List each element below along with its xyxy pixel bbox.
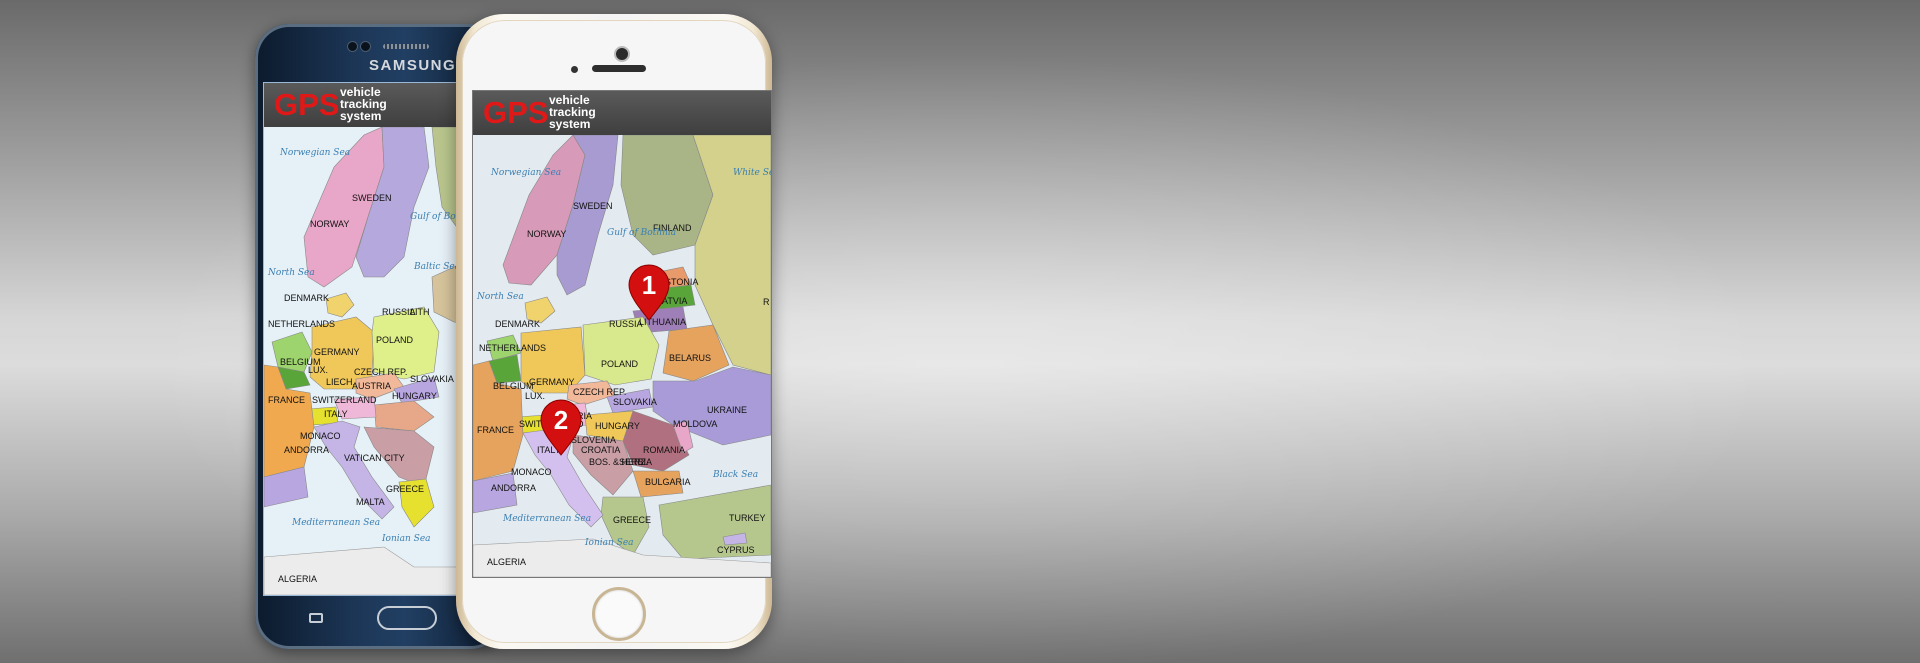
iphone-screen: GPS vehicle tracking system SWEDEN NORWA…	[472, 90, 772, 578]
country-label: GREECE	[613, 515, 651, 525]
earpiece-speaker	[383, 44, 429, 49]
country-label: ROMANIA	[643, 445, 685, 455]
gps-logo: GPS	[274, 87, 340, 122]
country-label: LUX.	[308, 365, 328, 375]
country-label: ITALY	[324, 409, 348, 419]
country-label: CYPRUS	[717, 545, 755, 555]
country-label: MOLDOVA	[673, 419, 717, 429]
country-label: DENMARK	[284, 293, 329, 303]
country-label: BELGIUM	[493, 381, 534, 391]
phone-brand-label: SAMSUNG	[369, 57, 457, 74]
country-label: POLAND	[601, 359, 639, 369]
country-label: LUX.	[525, 391, 545, 401]
iphone-face: GPS vehicle tracking system SWEDEN NORWA…	[462, 20, 772, 643]
country-label: SLOVENIA	[571, 435, 616, 445]
country-label: SLOVAKIA	[410, 374, 454, 384]
country-label: FRANCE	[268, 395, 305, 405]
home-button[interactable]	[377, 606, 437, 630]
europe-map[interactable]: SWEDEN NORWAY FINLAND DENMARK ESTONIA LA…	[473, 135, 771, 577]
sensor-icon	[571, 66, 578, 73]
front-camera-icon	[614, 46, 630, 62]
sea-label: Gulf of Bothnia	[607, 228, 676, 238]
sea-label: North Sea	[476, 292, 524, 302]
country-label: GREECE	[386, 484, 424, 494]
country-label: LITHUANIA	[639, 317, 686, 327]
sea-label: Norwegian Sea	[279, 148, 350, 158]
sea-label: Baltic Sea	[413, 262, 460, 272]
sea-label: Mediterranean Sea	[291, 518, 380, 528]
country-label: VATICAN CITY	[344, 453, 405, 463]
country-label: NETHERLANDS	[268, 319, 335, 329]
country-label: CZECH REP.	[573, 387, 626, 397]
sea-label: Ionian Sea	[584, 538, 634, 548]
country-label: RUSSIA	[609, 319, 643, 329]
country-label: SWEDEN	[573, 201, 613, 211]
marker-number: 2	[554, 405, 568, 435]
country-label: DENMARK	[495, 319, 540, 329]
sea-label: Norwegian Sea	[490, 168, 561, 178]
sea-label: North Sea	[267, 268, 315, 278]
sea-label: Ionian Sea	[381, 534, 431, 544]
country-label: SWEDEN	[352, 193, 392, 203]
country-label: UKRAINE	[707, 405, 747, 415]
country-label: MONACO	[300, 431, 341, 441]
country-label: BELARUS	[669, 353, 711, 363]
country-label: CZECH REP.	[354, 367, 407, 377]
country-label: NETHERLANDS	[479, 343, 546, 353]
sea-label: Mediterranean Sea	[502, 514, 591, 524]
country-label: GERMANY	[529, 377, 575, 387]
country-label: ANDORRA	[284, 445, 329, 455]
country-label: HUNGARY	[595, 421, 640, 431]
country-label: R	[763, 297, 770, 307]
europe-map-svg[interactable]: SWEDEN NORWAY FINLAND DENMARK ESTONIA LA…	[473, 135, 771, 577]
country-label: NORWAY	[310, 219, 349, 229]
app-header: GPS vehicle tracking system	[473, 91, 771, 135]
app-tagline: vehicle tracking system	[340, 86, 387, 122]
tagline-line: system	[549, 117, 591, 131]
marker-number: 1	[642, 270, 656, 300]
country-label: LIECH.	[326, 377, 355, 387]
country-label: POLAND	[376, 335, 414, 345]
country-label: GERMANY	[314, 347, 360, 357]
recent-apps-button[interactable]	[309, 613, 323, 623]
country-label: HUNGARY	[392, 391, 437, 401]
sea-label: Black Sea	[712, 470, 758, 480]
country-label: CROATIA	[581, 445, 620, 455]
country-label: BULGARIA	[645, 477, 691, 487]
country-label: SLOVAKIA	[613, 397, 657, 407]
country-label: ANDORRA	[491, 483, 536, 493]
country-label: SERBIA	[619, 457, 652, 467]
country-label: ALGERIA	[278, 574, 317, 584]
country-label: NORWAY	[527, 229, 566, 239]
earpiece-speaker	[592, 65, 646, 72]
tagline-line: system	[340, 109, 382, 123]
country-label: SWITZERLAND	[312, 395, 377, 405]
sea-label: White Sea	[733, 168, 771, 178]
country-label: TURKEY	[729, 513, 766, 523]
gps-logo: GPS	[483, 95, 549, 130]
country-label: LITH	[410, 307, 430, 317]
country-label: MONACO	[511, 467, 552, 477]
app-tagline: vehicle tracking system	[549, 94, 596, 130]
country-label: ALGERIA	[487, 557, 526, 567]
front-camera-icon	[347, 41, 358, 52]
iphone: GPS vehicle tracking system SWEDEN NORWA…	[456, 14, 772, 649]
country-label: FRANCE	[477, 425, 514, 435]
country-label: MALTA	[356, 497, 385, 507]
home-button[interactable]	[592, 587, 646, 641]
country-label: AUSTRIA	[352, 381, 391, 391]
sensor-icon	[360, 41, 371, 52]
